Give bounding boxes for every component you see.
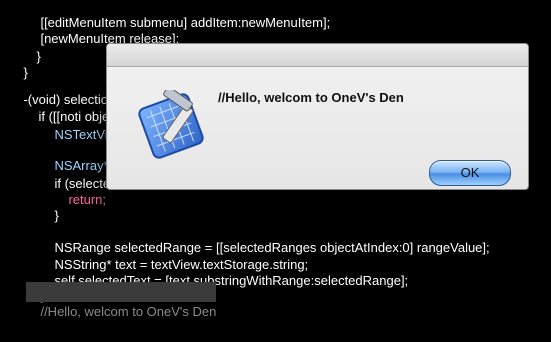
xcode-hammer-icon — [127, 86, 215, 162]
ok-button[interactable]: OK — [429, 160, 511, 186]
dialog-message: //Hello, welcom to OneV's Den — [218, 90, 404, 105]
code-line-10: return; — [54, 170, 106, 207]
code-text: //Hello, welcom to OneV's Den — [40, 304, 217, 319]
code-line-14: self.selectedText = [text substringWithR… — [40, 251, 408, 288]
code-line-2: [newMenuItem release]; — [26, 9, 179, 46]
code-line-4: } — [9, 43, 27, 80]
dialog-titlebar — [107, 44, 528, 67]
code-text: } — [36, 49, 41, 64]
code-text: return; — [68, 192, 107, 207]
alert-dialog: //Hello, welcom to OneV's Den OK — [106, 43, 529, 190]
code-line-11: } — [40, 186, 58, 223]
code-line-16: //Hello, welcom to OneV's Den — [26, 282, 217, 319]
